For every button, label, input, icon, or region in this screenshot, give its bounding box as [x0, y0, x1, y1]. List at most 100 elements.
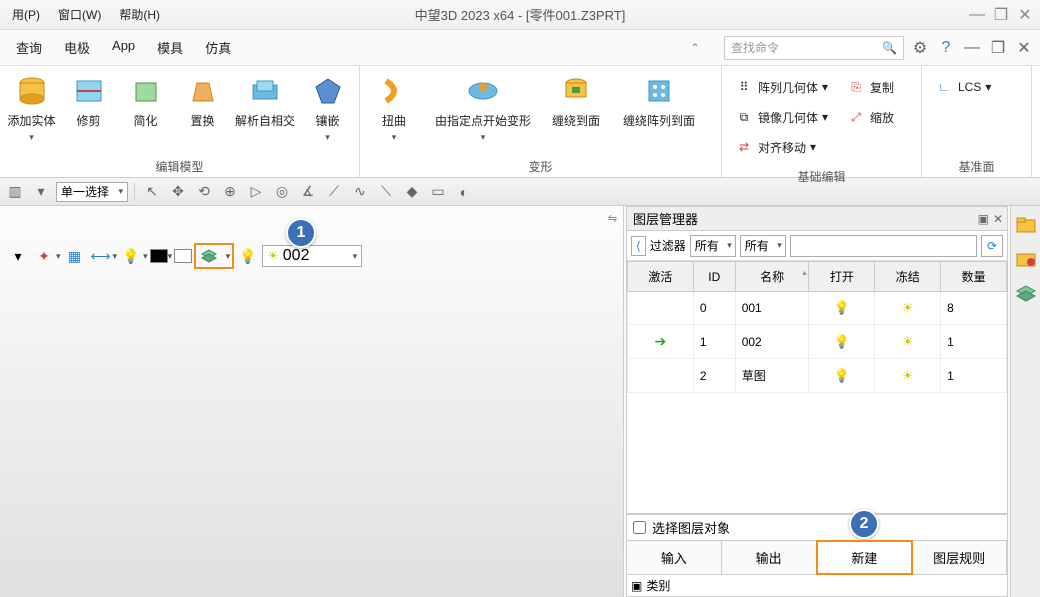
- simplify-button[interactable]: 简化: [120, 70, 171, 154]
- pattern-geometry-button[interactable]: ⠿阵列几何体 ▾: [730, 74, 832, 100]
- shade-icon[interactable]: ◐: [453, 181, 475, 203]
- tab-app[interactable]: App: [102, 32, 145, 63]
- self-intersect-button[interactable]: 解析自相交: [234, 70, 296, 154]
- selection-mode-select[interactable]: 单一选择: [56, 182, 128, 202]
- group-basic-edit: 基础编辑: [728, 164, 915, 187]
- category-label: 类别: [646, 577, 670, 594]
- origin-icon[interactable]: ✦: [32, 244, 56, 268]
- col-active[interactable]: 激活: [628, 262, 694, 292]
- filter-toggle-icon[interactable]: ⟨: [631, 236, 646, 256]
- cylinder-icon: [13, 72, 51, 110]
- menu-use[interactable]: 用(P): [4, 2, 48, 27]
- grid-icon[interactable]: ▦: [63, 244, 87, 268]
- measure-icon[interactable]: ∡: [297, 181, 319, 203]
- filter-icon[interactable]: ▥: [4, 181, 26, 203]
- rotate-icon[interactable]: ⟲: [193, 181, 215, 203]
- visibility-icon[interactable]: 💡: [236, 244, 260, 268]
- col-id[interactable]: ID: [693, 262, 735, 292]
- tab-electrode[interactable]: 电极: [54, 32, 100, 63]
- panel-close-icon[interactable]: ✕: [993, 212, 1003, 226]
- trim-button[interactable]: 修剪: [63, 70, 114, 154]
- help-icon[interactable]: ?: [936, 38, 956, 58]
- viewport[interactable]: ⇋ ▾ ✦▾ ▦ ⟷▾ 💡▾ ▾ 💡 ☀ 002 1: [0, 206, 624, 597]
- body-icon[interactable]: ▭: [427, 181, 449, 203]
- col-freeze[interactable]: 冻结: [875, 262, 941, 292]
- filter-label: 过滤器: [650, 237, 686, 254]
- folder-icon[interactable]: [1013, 212, 1039, 238]
- doc-minimize-icon[interactable]: —: [962, 38, 982, 58]
- minimize-icon[interactable]: —: [968, 6, 986, 24]
- filter-search-input[interactable]: [790, 235, 977, 257]
- copy-icon: ⎘: [846, 77, 866, 97]
- twist-button[interactable]: 扭曲▾: [366, 70, 422, 154]
- link-icon[interactable]: [1013, 246, 1039, 272]
- filter-select-1[interactable]: 所有: [690, 235, 736, 257]
- trim-icon: [70, 72, 108, 110]
- new-layer-button[interactable]: 新建: [816, 540, 914, 575]
- layers-dropdown-button[interactable]: [194, 243, 234, 269]
- bulb-icon[interactable]: 💡: [809, 325, 875, 359]
- table-row[interactable]: 0 001 💡 ☀ 8: [628, 292, 1007, 325]
- curve-icon[interactable]: ∿: [349, 181, 371, 203]
- bulb-icon[interactable]: 💡: [809, 292, 875, 325]
- wrap-to-face-button[interactable]: 缠绕到面: [544, 70, 608, 154]
- lcs-button[interactable]: ∟LCS ▾: [930, 74, 995, 100]
- sun-icon[interactable]: ☀: [875, 325, 941, 359]
- command-search-input[interactable]: 查找命令 🔍: [724, 36, 904, 60]
- col-count[interactable]: 数量: [941, 262, 1007, 292]
- sun-icon[interactable]: ☀: [875, 292, 941, 325]
- line-icon[interactable]: ⟋: [323, 181, 345, 203]
- tab-simulation[interactable]: 仿真: [195, 32, 241, 63]
- bulb-icon[interactable]: 💡: [119, 244, 143, 268]
- snap-icon[interactable]: ▾: [6, 244, 30, 268]
- dimension-icon[interactable]: ⟷: [89, 244, 113, 268]
- align-move-button[interactable]: ⇄对齐移动 ▾: [730, 134, 832, 160]
- select-layer-objects-checkbox[interactable]: [633, 521, 646, 534]
- tab-mold[interactable]: 模具: [147, 32, 193, 63]
- panel-dock-icon[interactable]: ▣: [978, 212, 989, 226]
- replace-button[interactable]: 置换: [177, 70, 228, 154]
- deform-from-point-button[interactable]: 由指定点开始变形▾: [428, 70, 538, 154]
- menu-window[interactable]: 窗口(W): [50, 2, 109, 27]
- color-white-swatch[interactable]: [174, 249, 192, 263]
- pan-icon[interactable]: ✥: [167, 181, 189, 203]
- layers-sidebar-icon[interactable]: [1013, 280, 1039, 306]
- panel-handle-icon[interactable]: ⇋: [608, 212, 617, 225]
- current-layer-select[interactable]: ☀ 002: [262, 245, 362, 267]
- play-icon[interactable]: ▷: [245, 181, 267, 203]
- col-name[interactable]: 名称▴: [735, 262, 809, 292]
- table-row[interactable]: ➔ 1 002 💡 ☀ 1: [628, 325, 1007, 359]
- bulb-icon[interactable]: 💡: [809, 359, 875, 393]
- doc-restore-icon[interactable]: ❐: [988, 38, 1008, 58]
- gear-icon[interactable]: ⚙: [910, 38, 930, 58]
- refresh-icon[interactable]: ⟳: [981, 235, 1003, 257]
- doc-close-icon[interactable]: ✕: [1014, 38, 1034, 58]
- col-open[interactable]: 打开: [809, 262, 875, 292]
- table-row[interactable]: 2 草图 💡 ☀ 1: [628, 359, 1007, 393]
- export-button[interactable]: 输出: [722, 541, 817, 574]
- search-placeholder: 查找命令: [731, 39, 779, 56]
- filter-select-2[interactable]: 所有: [740, 235, 786, 257]
- wrap-pattern-button[interactable]: 缠绕阵列到面: [614, 70, 704, 154]
- copy-button[interactable]: ⎘复制: [842, 74, 898, 100]
- import-button[interactable]: 输入: [627, 541, 722, 574]
- add-solid-button[interactable]: 添加实体▾: [6, 70, 57, 154]
- tab-query[interactable]: 查询: [6, 32, 52, 63]
- expand-icon[interactable]: ▣: [631, 579, 642, 593]
- color-black-swatch[interactable]: [150, 249, 168, 263]
- dropdown-icon[interactable]: ▾: [30, 181, 52, 203]
- target-icon[interactable]: ◎: [271, 181, 293, 203]
- edge-icon[interactable]: ⟍: [375, 181, 397, 203]
- ribbon-collapse-icon[interactable]: ⌃: [690, 41, 700, 55]
- inlay-button[interactable]: 镶嵌▾: [302, 70, 353, 154]
- mirror-geometry-button[interactable]: ⧉镜像几何体 ▾: [730, 104, 832, 130]
- zoom-icon[interactable]: ⊕: [219, 181, 241, 203]
- scale-button[interactable]: ⤢缩放: [842, 104, 898, 130]
- layer-rules-button[interactable]: 图层规则: [912, 541, 1007, 574]
- menu-help[interactable]: 帮助(H): [111, 2, 168, 27]
- close-icon[interactable]: ✕: [1016, 6, 1034, 24]
- face-icon[interactable]: ◆: [401, 181, 423, 203]
- restore-icon[interactable]: ❐: [992, 6, 1010, 24]
- sun-icon[interactable]: ☀: [875, 359, 941, 393]
- cursor-icon[interactable]: ↖: [141, 181, 163, 203]
